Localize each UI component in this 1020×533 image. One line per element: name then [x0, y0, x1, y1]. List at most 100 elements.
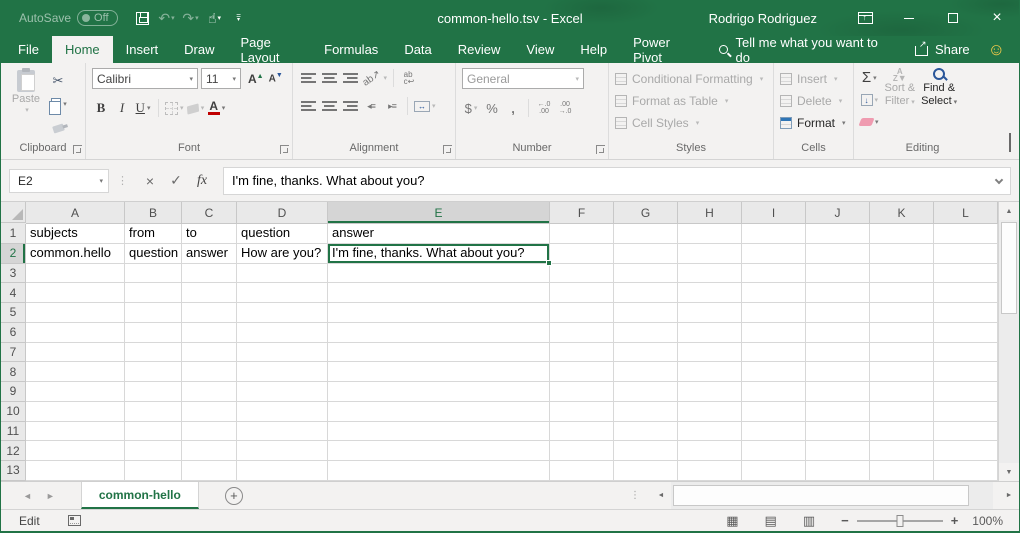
page-layout-view-button[interactable]: ▤ [765, 513, 777, 529]
cell-K1[interactable] [870, 224, 934, 244]
cell-D6[interactable] [237, 323, 328, 343]
zoom-in-button[interactable]: + [951, 513, 959, 528]
cell-A4[interactable] [26, 283, 125, 303]
cell-I11[interactable] [742, 422, 806, 442]
cell-H12[interactable] [678, 441, 742, 461]
cell-I10[interactable] [742, 402, 806, 422]
increase-indent-button[interactable]: ▸≡ [383, 96, 401, 116]
align-right-button[interactable] [341, 96, 359, 116]
cell-K2[interactable] [870, 244, 934, 264]
autosum-button[interactable]: Σ▾ [860, 68, 879, 88]
cell-J7[interactable] [806, 343, 870, 363]
conditional-formatting-button[interactable]: Conditional Formatting▾ [615, 68, 769, 90]
cell-C9[interactable] [182, 382, 237, 402]
share-button[interactable]: Share [915, 36, 970, 63]
cell-G2[interactable] [614, 244, 678, 264]
top-align-button[interactable] [299, 68, 317, 88]
fill-button[interactable]: ↓▾ [860, 90, 879, 110]
cell-A7[interactable] [26, 343, 125, 363]
alignment-dialog-launcher[interactable] [443, 145, 452, 154]
insert-function-button[interactable]: fx [189, 169, 215, 193]
column-header-D[interactable]: D [237, 202, 328, 224]
tab-view[interactable]: View [513, 36, 567, 63]
increase-font-size-button[interactable]: A▲ [248, 72, 264, 86]
cell-B7[interactable] [125, 343, 182, 363]
cell-K7[interactable] [870, 343, 934, 363]
row-header-9[interactable]: 9 [1, 382, 26, 402]
cell-G7[interactable] [614, 343, 678, 363]
font-dialog-launcher[interactable] [280, 145, 289, 154]
cell-D9[interactable] [237, 382, 328, 402]
sort-filter-button[interactable]: AZ▼ Sort & Filter▾ [885, 68, 916, 141]
cell-C7[interactable] [182, 343, 237, 363]
cell-E9[interactable] [328, 382, 550, 402]
cell-L7[interactable] [934, 343, 998, 363]
cell-L10[interactable] [934, 402, 998, 422]
cell-L3[interactable] [934, 264, 998, 284]
cell-E3[interactable] [328, 264, 550, 284]
save-button[interactable] [132, 6, 154, 30]
cell-styles-button[interactable]: Cell Styles▾ [615, 112, 769, 134]
increase-decimal-button[interactable]: ←.0 .00 [535, 98, 553, 118]
cell-F12[interactable] [550, 441, 614, 461]
autosave-toggle[interactable]: AutoSave Off [19, 10, 118, 26]
row-header-12[interactable]: 12 [1, 441, 26, 461]
cell-J12[interactable] [806, 441, 870, 461]
cell-E11[interactable] [328, 422, 550, 442]
cell-E10[interactable] [328, 402, 550, 422]
tab-file[interactable]: File [5, 36, 52, 63]
cell-B10[interactable] [125, 402, 182, 422]
decrease-indent-button[interactable]: ◂≡ [362, 96, 380, 116]
user-name[interactable]: Rodrigo Rodriguez [709, 11, 817, 26]
cell-L8[interactable] [934, 362, 998, 382]
align-left-button[interactable] [299, 96, 317, 116]
scroll-left-arrow[interactable]: ◄ [651, 482, 671, 509]
cell-A11[interactable] [26, 422, 125, 442]
cell-F13[interactable] [550, 461, 614, 481]
align-center-button[interactable] [320, 96, 338, 116]
cell-J13[interactable] [806, 461, 870, 481]
cut-button[interactable]: ✂ [49, 71, 67, 91]
cell-E5[interactable] [328, 303, 550, 323]
cell-E4[interactable] [328, 283, 550, 303]
cell-F8[interactable] [550, 362, 614, 382]
cell-A3[interactable] [26, 264, 125, 284]
row-header-8[interactable]: 8 [1, 362, 26, 382]
tell-me-box[interactable]: Tell me what you want to do [719, 36, 889, 63]
cell-J6[interactable] [806, 323, 870, 343]
cell-F11[interactable] [550, 422, 614, 442]
cell-J11[interactable] [806, 422, 870, 442]
expand-formula-bar-icon[interactable] [995, 175, 1003, 183]
feedback-smiley-icon[interactable]: ☺ [988, 36, 1005, 63]
row-header-10[interactable]: 10 [1, 402, 26, 422]
cell-D11[interactable] [237, 422, 328, 442]
row-header-4[interactable]: 4 [1, 283, 26, 303]
cell-D7[interactable] [237, 343, 328, 363]
cell-D2[interactable]: How are you? [237, 244, 328, 264]
cell-I1[interactable] [742, 224, 806, 244]
column-header-B[interactable]: B [125, 202, 182, 224]
page-break-preview-button[interactable]: ▥ [803, 513, 815, 529]
cell-B13[interactable] [125, 461, 182, 481]
cell-F6[interactable] [550, 323, 614, 343]
cell-B3[interactable] [125, 264, 182, 284]
cell-G5[interactable] [614, 303, 678, 323]
cell-A12[interactable] [26, 441, 125, 461]
currency-format-button[interactable]: $▾ [462, 98, 480, 118]
row-header-6[interactable]: 6 [1, 323, 26, 343]
cell-F1[interactable] [550, 224, 614, 244]
insert-cells-button[interactable]: Insert▾ [780, 68, 849, 90]
enter-button[interactable]: ✓ [163, 169, 189, 193]
vertical-scroll-track[interactable] [999, 220, 1019, 463]
cell-H6[interactable] [678, 323, 742, 343]
cell-F9[interactable] [550, 382, 614, 402]
cell-K8[interactable] [870, 362, 934, 382]
cell-K9[interactable] [870, 382, 934, 402]
formula-input[interactable]: I'm fine, thanks. What about you? [223, 167, 1011, 195]
cell-J9[interactable] [806, 382, 870, 402]
row-header-11[interactable]: 11 [1, 422, 26, 442]
cell-B9[interactable] [125, 382, 182, 402]
scroll-down-arrow[interactable]: ▼ [999, 463, 1019, 481]
number-dialog-launcher[interactable] [596, 145, 605, 154]
bold-button[interactable]: B [92, 98, 110, 118]
